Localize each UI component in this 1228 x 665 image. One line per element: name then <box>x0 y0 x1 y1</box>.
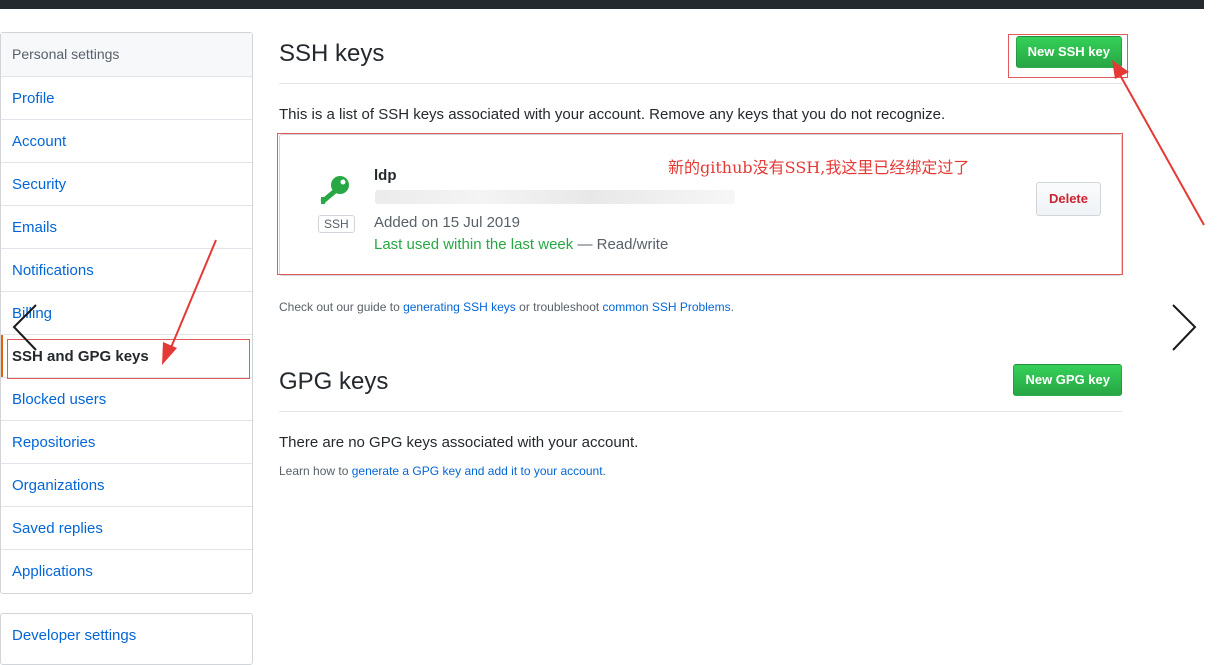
sidebar-item-developer-settings[interactable]: Developer settings <box>1 614 252 657</box>
sidebar-item-security[interactable]: Security <box>1 163 252 206</box>
sidebar-item-applications[interactable]: Applications <box>1 550 252 593</box>
last-used-text: Last used within the last week <box>374 236 574 253</box>
ssh-badge: SSH <box>318 215 355 233</box>
annotation-note: 新的github没有SSH,我这里已经绑定过了 <box>668 158 970 177</box>
delete-ssh-key-button[interactable]: Delete <box>1035 182 1101 216</box>
guide-prefix: Check out our guide to <box>279 300 404 314</box>
ssh-guide-text: Check out our guide to generating SSH ke… <box>279 300 1122 314</box>
learn-suffix: . <box>602 464 606 478</box>
access-text: — Read/write <box>573 236 669 253</box>
sidebar-item-saved-replies[interactable]: Saved replies <box>1 507 252 550</box>
gpg-keys-title: GPG keys <box>279 368 389 395</box>
settings-sidebar: Personal settings Profile Account Securi… <box>0 32 253 594</box>
guide-suffix: . <box>730 300 734 314</box>
gpg-section-header: GPG keys New GPG key <box>279 358 1122 412</box>
ssh-key-last-used: Last used within the last week — Read/wr… <box>374 236 668 253</box>
gpg-empty-text: There are no GPG keys associated with yo… <box>279 434 639 451</box>
ssh-key-item: SSH ldp Added on 15 Jul 2019 Last used w… <box>277 133 1123 276</box>
ssh-key-title: ldp <box>374 167 397 184</box>
new-gpg-key-button[interactable]: New GPG key <box>1013 364 1122 396</box>
sidebar-header: Personal settings <box>1 33 252 77</box>
sidebar-item-profile[interactable]: Profile <box>1 77 252 120</box>
ssh-description: This is a list of SSH keys associated wi… <box>279 106 946 123</box>
guide-mid: or troubleshoot <box>515 300 603 314</box>
gpg-learn-text: Learn how to generate a GPG key and add … <box>279 464 1122 478</box>
common-ssh-problems-link[interactable]: common SSH Problems <box>603 300 731 314</box>
developer-sidebar: Developer settings <box>0 613 253 665</box>
learn-prefix: Learn how to <box>279 464 352 478</box>
arrow-to-new-ssh-key <box>1112 60 1205 226</box>
annotation-sidebar-highlight <box>7 339 250 379</box>
ssh-section-header: SSH keys New SSH key <box>279 30 1122 84</box>
annotation-button-highlight <box>1008 34 1128 78</box>
sidebar-item-billing[interactable]: Billing <box>1 292 252 335</box>
sidebar-item-blocked-users[interactable]: Blocked users <box>1 378 252 421</box>
ssh-key-added-date: Added on 15 Jul 2019 <box>374 214 520 231</box>
sidebar-item-notifications[interactable]: Notifications <box>1 249 252 292</box>
ssh-keys-title: SSH keys <box>279 40 385 67</box>
sidebar-item-account[interactable]: Account <box>1 120 252 163</box>
sidebar-item-repositories[interactable]: Repositories <box>1 421 252 464</box>
sidebar-item-organizations[interactable]: Organizations <box>1 464 252 507</box>
blurred-fingerprint <box>375 190 735 204</box>
generate-gpg-key-link[interactable]: generate a GPG key and add it to your ac… <box>352 464 603 478</box>
generating-ssh-keys-link[interactable]: generating SSH keys <box>403 300 516 314</box>
main-content: SSH keys New SSH key This is a list of S… <box>277 30 1123 478</box>
sidebar-item-emails[interactable]: Emails <box>1 206 252 249</box>
top-header-bar <box>0 0 1204 9</box>
chevron-right-icon[interactable] <box>1172 304 1197 351</box>
